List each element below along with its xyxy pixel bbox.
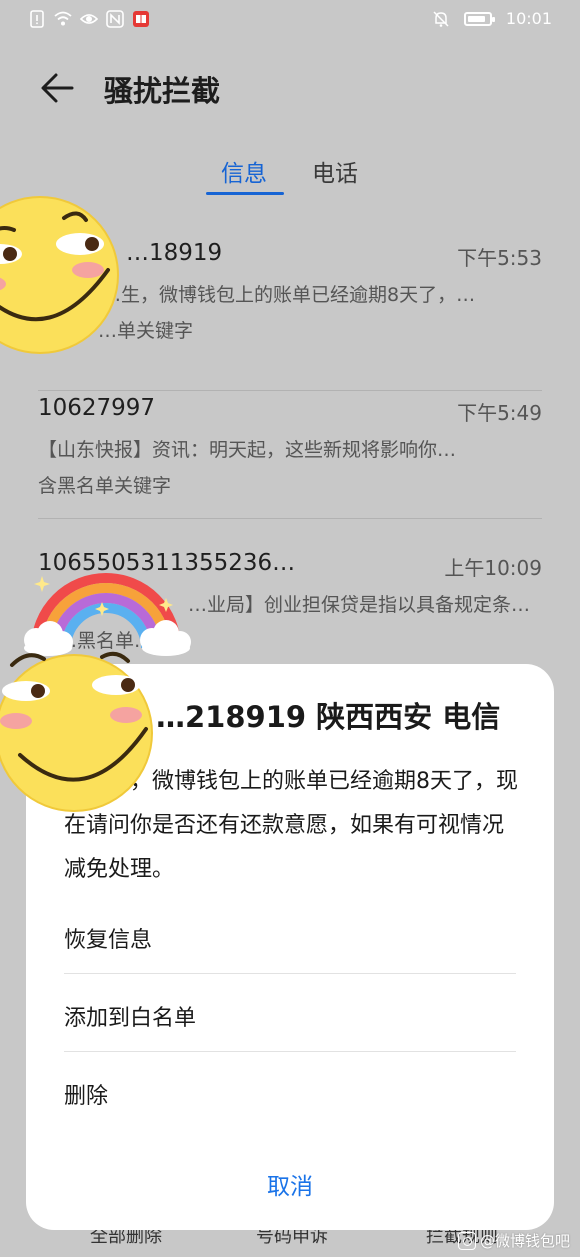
app-bar: 骚扰拦截 (0, 50, 580, 126)
message-preview: 【山东快报】资讯：明天起，这些新规将影响你… (38, 439, 457, 461)
message-preview: …业局】创业担保贷是指以具备规定条… (188, 594, 531, 616)
tab-messages[interactable]: 信息 (221, 154, 267, 188)
tab-calls[interactable]: 电话 (312, 154, 358, 188)
message-item[interactable]: 10627997 下午5:49 【山东快报】资讯：明天起，这些新规将影响你… 含… (38, 395, 542, 519)
page-title: 骚扰拦截 (104, 74, 221, 108)
eye-icon (80, 14, 98, 24)
smirk-emoji-sticker (0, 651, 153, 812)
wifi-icon (54, 11, 72, 26)
message-preview: …生，微博钱包上的账单已经逾期8天了，… (102, 284, 476, 306)
message-time: 上午10:09 (444, 556, 542, 580)
watermark-text: @微博钱包吧 (479, 1232, 570, 1250)
restore-message-action[interactable]: 恢复信息 (64, 896, 516, 974)
add-to-whitelist-action[interactable]: 添加到白名单 (64, 974, 516, 1052)
message-sender: 10627997 (38, 395, 156, 421)
status-time: 10:01 (505, 9, 552, 28)
tab-indicator (206, 192, 284, 195)
weibo-logo-icon (457, 1231, 476, 1250)
action-label: 添加到白名单 (64, 1006, 197, 1031)
message-time: 下午5:49 (457, 401, 542, 425)
status-icons-left (28, 10, 150, 28)
delete-action[interactable]: 删除 (64, 1052, 516, 1130)
message-time: 下午5:53 (457, 246, 542, 270)
message-tag: 含黑名单关键字 (38, 475, 172, 497)
back-arrow-icon[interactable] (36, 66, 80, 110)
cancel-button[interactable]: 取消 (216, 1164, 364, 1210)
status-bar: 10:01 (0, 0, 580, 40)
battery-icon (463, 11, 495, 26)
watermark: @微博钱包吧 (457, 1230, 570, 1251)
dialog-title: …218919 陕西西安 电信 (156, 700, 501, 734)
smirk-emoji-sticker (0, 196, 119, 354)
bell-off-icon (433, 10, 449, 27)
screen: 10:01 骚扰拦截 信息 电话 …18919 下午5:53 …生，微博钱包上的… (0, 0, 580, 1257)
message-sender: …18919 (126, 240, 223, 266)
action-label: 恢复信息 (64, 928, 153, 953)
status-icons-right: 10:01 (432, 9, 552, 28)
action-label: 删除 (64, 1084, 109, 1109)
alert-icon (30, 10, 44, 28)
book-icon (133, 11, 149, 27)
battery-fill (467, 15, 485, 22)
nfc-icon (106, 10, 124, 28)
